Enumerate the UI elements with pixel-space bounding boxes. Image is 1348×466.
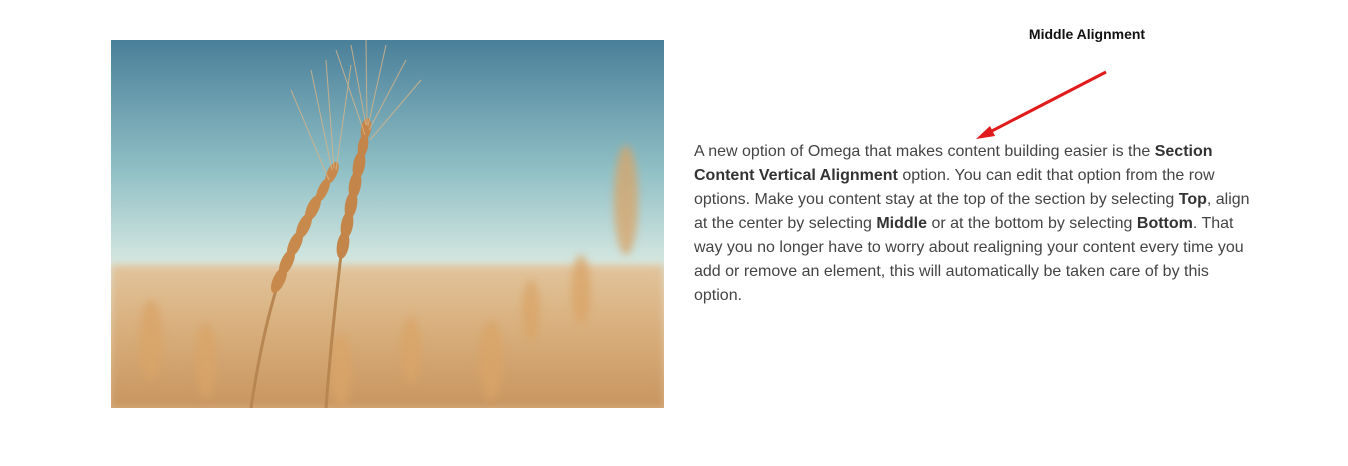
- content-text: or at the bottom by selecting: [927, 215, 1137, 232]
- content-bold-bottom: Bottom: [1136, 215, 1193, 232]
- annotation-label: Middle Alignment: [1028, 26, 1146, 42]
- content-text: A new option of Omega that makes content…: [694, 143, 1155, 160]
- red-arrow-icon: [976, 70, 1107, 139]
- content-paragraph: A new option of Omega that makes content…: [694, 140, 1254, 308]
- content-bold-top: Top: [1178, 191, 1207, 208]
- wheat-field-image: [111, 40, 664, 408]
- content-bold-middle: Middle: [876, 215, 927, 232]
- page: Middle Alignment A new option of Omega t…: [0, 0, 1348, 466]
